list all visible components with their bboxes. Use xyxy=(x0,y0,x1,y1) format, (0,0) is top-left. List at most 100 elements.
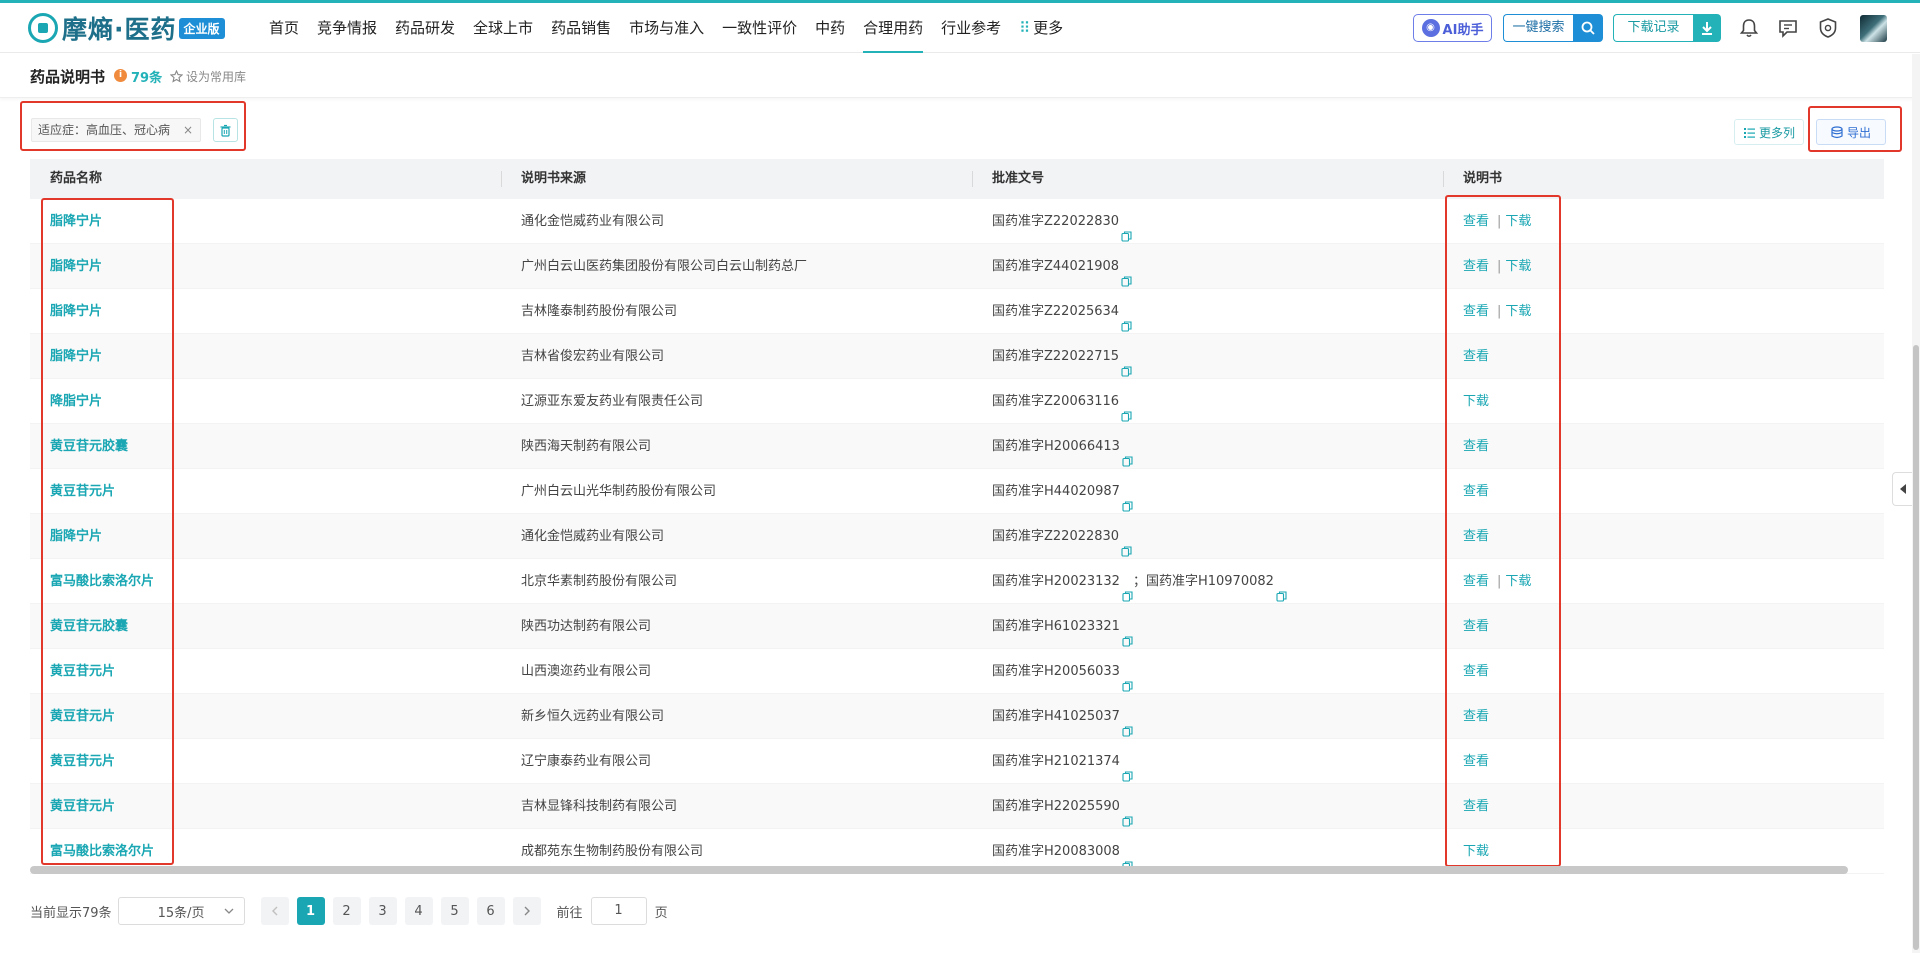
copy-icon[interactable] xyxy=(1121,351,1132,377)
quick-search[interactable]: 一键搜索 xyxy=(1503,14,1603,42)
drug-name-link[interactable]: 黄豆苷元胶囊 xyxy=(50,619,128,634)
view-link[interactable]: 查看 xyxy=(1463,574,1489,589)
download-records[interactable]: 下载记录 xyxy=(1613,14,1721,42)
clear-filters-button[interactable] xyxy=(213,118,238,142)
copy-icon[interactable] xyxy=(1122,576,1133,602)
view-link[interactable]: 查看 xyxy=(1463,529,1489,544)
drug-name-link[interactable]: 黄豆苷元片 xyxy=(50,709,115,724)
more-columns-button[interactable]: 更多列 xyxy=(1734,119,1804,145)
drug-name-link[interactable]: 脂降宁片 xyxy=(50,529,102,544)
drug-name-link[interactable]: 黄豆苷元片 xyxy=(50,799,115,814)
drug-name-link[interactable]: 脂降宁片 xyxy=(50,259,102,274)
nav-item-10[interactable]: ⠿ 更多 xyxy=(1010,3,1072,53)
nav-item-7[interactable]: 中药 xyxy=(806,3,854,53)
download-link[interactable]: 下载 xyxy=(1463,844,1489,859)
copy-icon[interactable] xyxy=(1122,846,1133,872)
drug-name-link[interactable]: 脂降宁片 xyxy=(50,304,102,319)
view-link[interactable]: 查看 xyxy=(1463,304,1489,319)
view-link[interactable]: 查看 xyxy=(1463,484,1489,499)
drug-name-link[interactable]: 黄豆苷元片 xyxy=(50,754,115,769)
download-link[interactable]: 下载 xyxy=(1505,574,1531,589)
copy-icon[interactable] xyxy=(1122,666,1133,692)
page-button-3[interactable]: 3 xyxy=(368,897,397,925)
cell-source: 通化金恺威药业有限公司 xyxy=(521,214,665,229)
copy-icon[interactable] xyxy=(1122,621,1133,647)
page-button-4[interactable]: 4 xyxy=(404,897,433,925)
download-link[interactable]: 下载 xyxy=(1505,214,1531,229)
copy-icon[interactable] xyxy=(1122,756,1133,782)
nav-item-9[interactable]: 行业参考 xyxy=(932,3,1010,53)
search-button[interactable] xyxy=(1573,14,1603,42)
column-header-drug-name[interactable]: 药品名称 xyxy=(30,159,501,199)
drug-name-link[interactable]: 富马酸比索洛尔片 xyxy=(50,574,154,589)
cell-approval-number: 国药准字Z22022715 xyxy=(972,334,1443,379)
page-button-1[interactable]: 1 xyxy=(296,897,325,925)
logo[interactable]: 摩熵·医药 企业版 xyxy=(28,11,225,45)
view-link[interactable]: 查看 xyxy=(1463,259,1489,274)
avatar[interactable] xyxy=(1860,15,1887,42)
ai-assistant-button[interactable]: ◉ AI助手 xyxy=(1413,14,1492,42)
page-button-6[interactable]: 6 xyxy=(476,897,505,925)
download-records-label[interactable]: 下载记录 xyxy=(1613,14,1693,42)
column-header-approval-number[interactable]: 批准文号 xyxy=(972,159,1443,199)
nav-item-3[interactable]: 全球上市 xyxy=(464,3,542,53)
close-icon[interactable]: × xyxy=(183,119,193,141)
view-link[interactable]: 查看 xyxy=(1463,214,1489,229)
filter-chip-indication[interactable]: 适应症：高血压、冠心病 × xyxy=(31,118,201,142)
view-link[interactable]: 查看 xyxy=(1463,439,1489,454)
download-link[interactable]: 下载 xyxy=(1505,259,1531,274)
page-button-5[interactable]: 5 xyxy=(440,897,469,925)
download-link[interactable]: 下载 xyxy=(1505,304,1531,319)
drug-name-link[interactable]: 脂降宁片 xyxy=(50,349,102,364)
bell-icon[interactable] xyxy=(1738,17,1760,39)
nav-item-1[interactable]: 竞争情报 xyxy=(308,3,386,53)
side-panel-toggle[interactable] xyxy=(1892,472,1912,506)
cell-source: 广州白云山光华制药股份有限公司 xyxy=(521,484,717,499)
column-header-source[interactable]: 说明书来源 xyxy=(501,159,972,199)
info-icon[interactable]: i xyxy=(114,69,127,82)
page-button-2[interactable]: 2 xyxy=(332,897,361,925)
copy-icon[interactable] xyxy=(1121,531,1132,557)
column-header-instructions[interactable]: 说明书 xyxy=(1443,159,1884,199)
export-button[interactable]: 导出 xyxy=(1816,119,1886,145)
nav-item-0[interactable]: 首页 xyxy=(260,3,308,53)
nav-item-4[interactable]: 药品销售 xyxy=(542,3,620,53)
page-size-select[interactable]: 15条/页 xyxy=(117,897,245,925)
view-link[interactable]: 查看 xyxy=(1463,799,1489,814)
nav-item-6[interactable]: 一致性评价 xyxy=(713,3,806,53)
view-link[interactable]: 查看 xyxy=(1463,664,1489,679)
view-link[interactable]: 查看 xyxy=(1463,349,1489,364)
copy-icon[interactable] xyxy=(1122,441,1133,467)
drug-name-link[interactable]: 降脂宁片 xyxy=(50,394,102,409)
copy-icon[interactable] xyxy=(1121,306,1132,332)
feedback-icon[interactable] xyxy=(1777,17,1799,39)
drug-name-link[interactable]: 黄豆苷元片 xyxy=(50,664,115,679)
view-link[interactable]: 查看 xyxy=(1463,709,1489,724)
view-link[interactable]: 查看 xyxy=(1463,754,1489,769)
drug-name-link[interactable]: 脂降宁片 xyxy=(50,214,102,229)
nav-item-5[interactable]: 市场与准入 xyxy=(620,3,713,53)
drug-name-link[interactable]: 黄豆苷元胶囊 xyxy=(50,439,128,454)
copy-icon[interactable] xyxy=(1121,396,1132,422)
goto-page-input[interactable]: 1 xyxy=(590,897,647,925)
nav-item-2[interactable]: 药品研发 xyxy=(386,3,464,53)
shield-icon[interactable] xyxy=(1817,17,1839,39)
copy-icon[interactable] xyxy=(1121,261,1132,287)
view-link[interactable]: 查看 xyxy=(1463,619,1489,634)
download-records-button[interactable] xyxy=(1693,14,1721,42)
next-page-button[interactable] xyxy=(512,897,541,925)
download-link[interactable]: 下载 xyxy=(1463,394,1489,409)
copy-icon[interactable] xyxy=(1121,216,1132,242)
drug-name-link[interactable]: 富马酸比索洛尔片 xyxy=(50,844,154,859)
copy-icon[interactable] xyxy=(1122,711,1133,737)
drug-name-link[interactable]: 黄豆苷元片 xyxy=(50,484,115,499)
quick-search-label[interactable]: 一键搜索 xyxy=(1503,14,1573,42)
nav-item-8[interactable]: 合理用药 xyxy=(854,3,932,53)
copy-icon[interactable] xyxy=(1276,576,1287,602)
prev-page-button[interactable] xyxy=(260,897,289,925)
set-favorite-button[interactable]: 设为常用库 xyxy=(170,68,246,85)
vertical-scrollbar[interactable] xyxy=(1913,345,1919,950)
copy-icon[interactable] xyxy=(1122,486,1133,512)
horizontal-scrollbar[interactable] xyxy=(30,866,1848,874)
copy-icon[interactable] xyxy=(1122,801,1133,827)
